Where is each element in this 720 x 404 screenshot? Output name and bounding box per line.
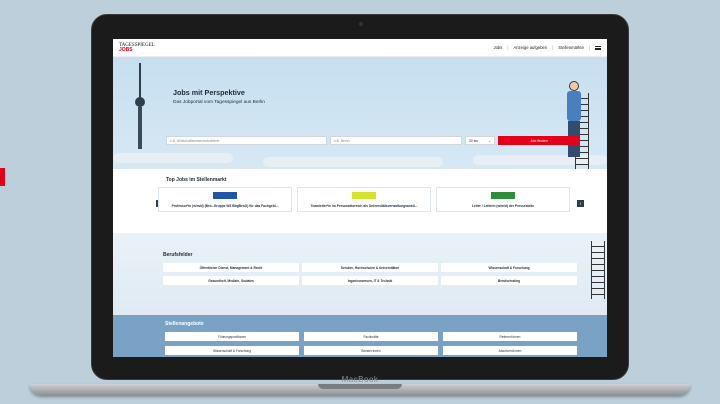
berufsfelder-title: Berufsfelder <box>163 252 193 258</box>
berufsfelder-grid: Öffentlicher Dienst, Management & Recht … <box>163 263 577 285</box>
field-link[interactable]: Wissenschaft & Forschung <box>441 263 577 272</box>
stellenangebote-title: Stellenangebote <box>165 321 204 327</box>
location-input[interactable]: z.B. Berlin <box>330 136 462 145</box>
offer-link[interactable]: Referent:innen <box>443 332 577 341</box>
job-search-bar: z.B. Wirtschaftswissenschaftlerin z.B. B… <box>166 136 580 145</box>
job-keyword-input[interactable]: z.B. Wirtschaftswissenschaftlerin <box>166 136 327 145</box>
nav-separator: | <box>507 45 509 50</box>
nav-anzeige-aufgeben[interactable]: Anzeige aufgeben <box>513 45 547 50</box>
radius-select[interactable]: 30 km ⌄ <box>465 136 495 145</box>
offer-link[interactable]: Führungspositionen <box>165 332 299 341</box>
top-jobs-carousel: Professor*in (w/m/d) (Bes.-Gruppe W2 Bbg… <box>158 187 570 212</box>
red-side-marker <box>0 168 5 186</box>
field-link[interactable]: Berufseinstieg <box>441 276 577 285</box>
laptop-opening-notch <box>318 384 402 389</box>
hero-section: Jobs mit Perspektive Das Jobportal vom T… <box>113 57 607 169</box>
offer-link[interactable]: Fachkräfte <box>304 332 438 341</box>
site-logo[interactable]: TAGESSPIEGEL JOBS <box>119 43 155 53</box>
field-link[interactable]: Ingenieurwesen, IT & Technik <box>302 276 438 285</box>
job-card-title: Leiter / Leiterin (w/m/d) der Pressestel… <box>471 204 535 208</box>
top-navigation: Jobs | Anzeige aufgeben | Stellenmärkte … <box>493 45 601 50</box>
job-card-title: Teamleiter*in im Personalbereich als Uni… <box>310 204 418 208</box>
job-card-title: Professor*in (w/m/d) (Bes.-Gruppe W2 Bbg… <box>171 204 279 208</box>
job-card[interactable]: Leiter / Leiterin (w/m/d) der Pressestel… <box>436 187 570 212</box>
berufsfelder-section: Berufsfelder Öffentlicher Dienst, Manage… <box>113 233 607 315</box>
offer-link[interactable]: Absolvent:innen <box>443 346 577 355</box>
employer-logo <box>352 192 376 199</box>
nav-stellenmaerkte[interactable]: Stellenmärkte <box>558 45 584 50</box>
carousel-next-button[interactable]: › <box>577 200 584 207</box>
job-card[interactable]: Professor*in (w/m/d) (Bes.-Gruppe W2 Bbg… <box>158 187 292 212</box>
nav-jobs[interactable]: Jobs <box>493 45 502 50</box>
webcam-icon <box>359 22 363 26</box>
nav-separator: | <box>588 45 590 50</box>
hero-title: Jobs mit Perspektive <box>173 88 245 97</box>
hamburger-icon[interactable] <box>595 45 601 50</box>
ladder-illustration <box>591 241 605 299</box>
job-card[interactable]: Teamleiter*in im Personalbereich als Uni… <box>297 187 431 212</box>
cloud-decoration <box>113 153 233 163</box>
hero-subtitle: Das Jobportal vom Tagesspiegel aus Berli… <box>173 100 265 105</box>
person-illustration <box>558 81 592 167</box>
top-jobs-section: Top Jobs im Stellenmarkt ‹ Professor*in … <box>113 169 607 233</box>
employer-logo <box>491 192 515 199</box>
cloud-decoration <box>263 157 443 167</box>
field-link[interactable]: Gesundheit, Medizin, Soziales <box>163 276 299 285</box>
chevron-down-icon: ⌄ <box>488 139 491 143</box>
field-link[interactable]: Schulen, Hochschulen & Universitäten <box>302 263 438 272</box>
field-link[interactable]: Öffentlicher Dienst, Management & Recht <box>163 263 299 272</box>
logo-line2: JOBS <box>119 46 133 53</box>
tv-tower-illustration <box>135 63 145 149</box>
employer-logo <box>213 192 237 199</box>
stellenangebote-section: Stellenangebote Führungspositionen Fachk… <box>113 315 607 357</box>
offer-link[interactable]: Wissenschaft & Forschung <box>165 346 299 355</box>
top-jobs-title: Top Jobs im Stellenmarkt <box>166 177 227 183</box>
nav-separator: | <box>552 45 554 50</box>
browser-screen: TAGESSPIEGEL JOBS Jobs | Anzeige aufgebe… <box>113 39 607 357</box>
job-search-button[interactable]: Job finden <box>498 136 580 145</box>
stellenangebote-grid: Führungspositionen Fachkräfte Referent:i… <box>165 332 577 355</box>
offer-link[interactable]: Berater:innen <box>304 346 438 355</box>
site-header: TAGESSPIEGEL JOBS Jobs | Anzeige aufgebe… <box>113 39 607 57</box>
radius-value: 30 km <box>469 139 479 143</box>
device-brand-label: MacBook <box>341 375 379 384</box>
